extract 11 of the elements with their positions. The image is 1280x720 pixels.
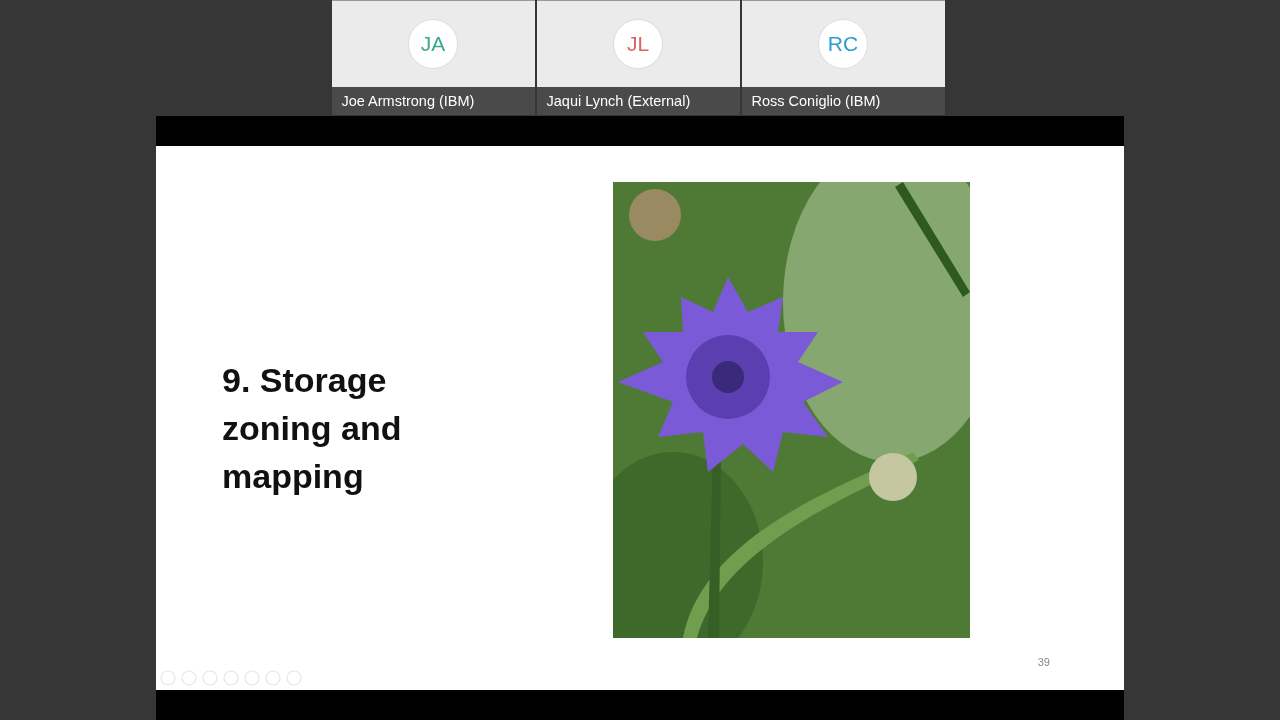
avatar-initials: RC xyxy=(818,19,868,69)
slide-title: 9. Storage zoning and mapping xyxy=(222,360,403,497)
page-number: 39 xyxy=(1037,656,1050,668)
participant-name: Joe Armstrong (IBM) xyxy=(331,87,535,115)
participant-tile[interactable]: JA Joe Armstrong (IBM) xyxy=(331,0,535,115)
participant-tile[interactable]: JL Jaqui Lynch (External) xyxy=(536,0,740,115)
avatar-initials: JL xyxy=(613,19,663,69)
participant-name: Jaqui Lynch (External) xyxy=(536,87,740,115)
participant-tile[interactable]: RC Ross Coniglio (IBM) xyxy=(741,0,945,115)
avatar-initials: JA xyxy=(408,19,458,69)
participant-name: Ross Coniglio (IBM) xyxy=(741,87,945,115)
